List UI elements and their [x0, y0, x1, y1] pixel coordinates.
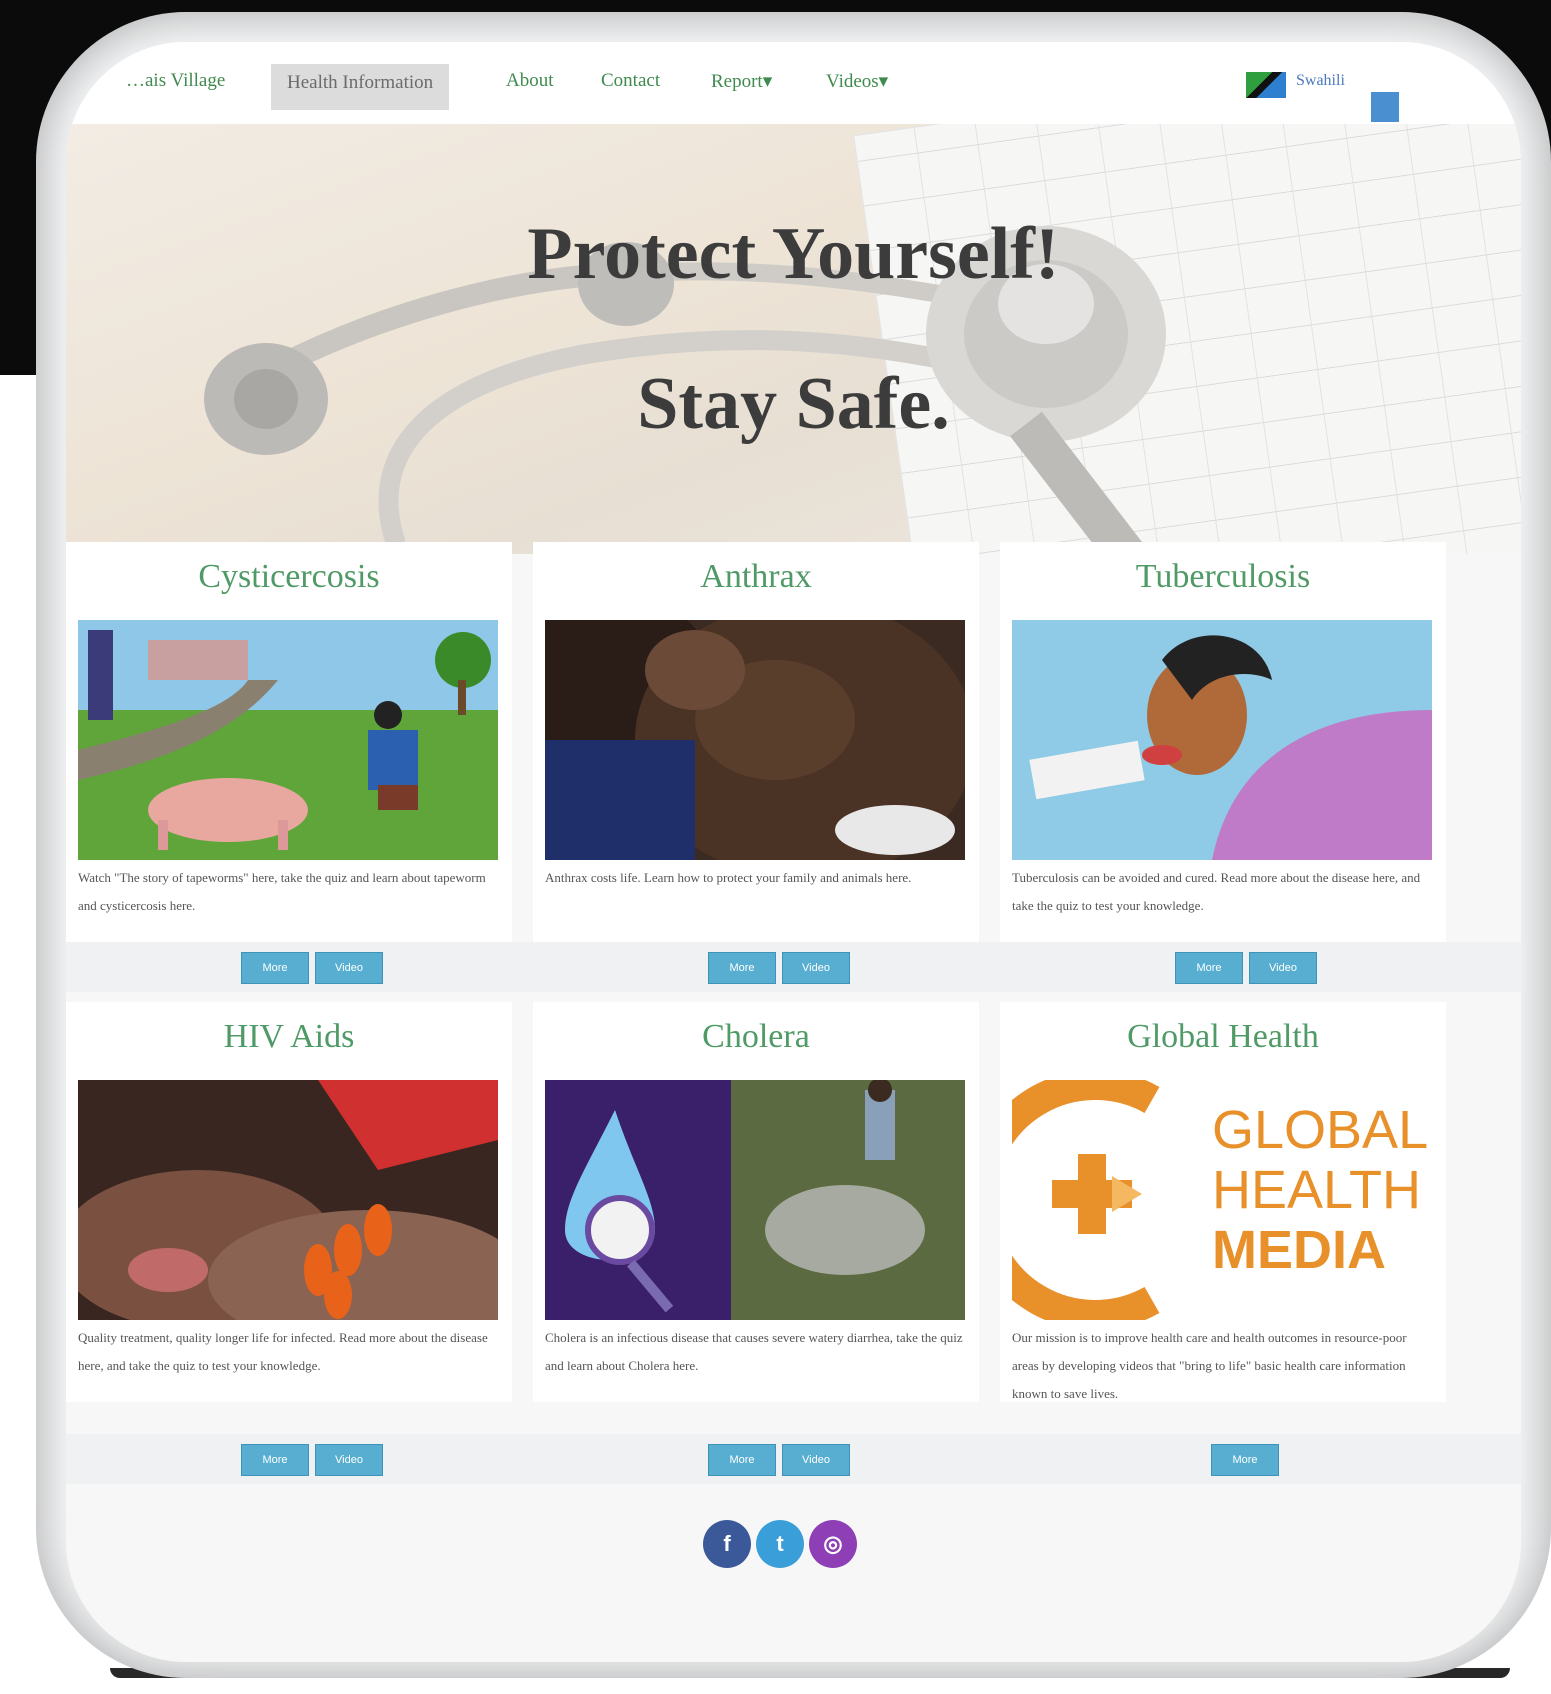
hero-heading: Protect Yourself! — [527, 213, 1060, 295]
card-tuberculosis: Tuberculosis Tuberculosis can be avoided… — [1000, 542, 1446, 942]
video-button[interactable]: Video — [315, 1444, 383, 1476]
language-flag-icon[interactable] — [1371, 92, 1399, 122]
logo-word-3: MEDIA — [1212, 1220, 1386, 1280]
tuberculosis-image[interactable] — [1012, 620, 1432, 860]
website-screen: …ais Village Health Information About Co… — [66, 42, 1521, 1662]
card-description: Watch "The story of tapeworms" here, tak… — [78, 870, 486, 913]
card-buttons-tuberculosis: More Video — [1175, 952, 1317, 988]
more-button[interactable]: More — [241, 1444, 309, 1476]
video-button[interactable]: Video — [782, 1444, 850, 1476]
card-description: Quality treatment, quality longer life f… — [78, 1330, 488, 1373]
stethoscope-graphic — [204, 226, 1166, 554]
card-buttons-anthrax: More Video — [708, 952, 850, 988]
card-hiv-aids: HIV Aids Quality treatment, quality long… — [66, 1002, 512, 1402]
card-title[interactable]: Tuberculosis — [1000, 558, 1446, 596]
card-title[interactable]: Global Health — [1000, 1018, 1446, 1056]
card-buttons-global-health: More — [1211, 1444, 1279, 1480]
device-frame: …ais Village Health Information About Co… — [36, 12, 1551, 1678]
logo-word-1: GLOBAL — [1212, 1100, 1429, 1160]
language-switch[interactable]: Swahili — [1296, 72, 1345, 90]
video-button[interactable]: Video — [782, 952, 850, 984]
cholera-image[interactable] — [545, 1080, 965, 1320]
hiv-aids-image[interactable] — [78, 1080, 498, 1320]
card-cholera: Cholera Cholera is an infectious disease… — [533, 1002, 979, 1402]
twitter-icon[interactable]: t — [756, 1520, 804, 1568]
nav-contact[interactable]: Contact — [601, 70, 660, 92]
card-cysticercosis: Cysticercosis Watch "The story of tapewo… — [66, 542, 512, 942]
hero-banner: Protect Yourself! Stay Safe. — [66, 124, 1521, 554]
card-anthrax: Anthrax Anthrax costs life. Learn how to… — [533, 542, 979, 942]
more-button[interactable]: More — [708, 952, 776, 984]
hero-subheading: Stay Safe. — [637, 363, 950, 445]
nav-about[interactable]: About — [506, 70, 554, 92]
video-button[interactable]: Video — [1249, 952, 1317, 984]
card-description: Tuberculosis can be avoided and cured. R… — [1012, 870, 1421, 913]
more-button[interactable]: More — [708, 1444, 776, 1476]
card-title[interactable]: HIV Aids — [66, 1018, 512, 1056]
cysticercosis-image[interactable] — [78, 620, 498, 860]
instagram-icon[interactable]: ◎ — [809, 1520, 857, 1568]
card-title[interactable]: Cholera — [533, 1018, 979, 1056]
more-button[interactable]: More — [1211, 1444, 1279, 1476]
tanzania-flag-icon[interactable] — [1246, 72, 1286, 98]
nav-videos-dropdown[interactable]: Videos▾ — [826, 70, 888, 93]
more-button[interactable]: More — [1175, 952, 1243, 984]
more-button[interactable]: More — [241, 952, 309, 984]
card-description: Cholera is an infectious disease that ca… — [545, 1330, 963, 1373]
card-title[interactable]: Anthrax — [533, 558, 979, 596]
global-health-media-logo[interactable]: GLOBAL HEALTH MEDIA — [1012, 1080, 1432, 1320]
card-buttons-hiv-aids: More Video — [241, 1444, 383, 1480]
nav-report-dropdown[interactable]: Report▾ — [711, 70, 772, 93]
card-buttons-cholera: More Video — [708, 1444, 850, 1480]
card-description: Anthrax costs life. Learn how to protect… — [545, 870, 912, 885]
card-global-health: Global Health GLOBAL HEALTH MEDIA Our mi… — [1000, 1002, 1446, 1402]
card-title[interactable]: Cysticercosis — [66, 558, 512, 596]
brand-link[interactable]: …ais Village — [126, 70, 225, 92]
top-navbar: …ais Village Health Information About Co… — [66, 42, 1521, 125]
facebook-icon[interactable]: f — [703, 1520, 751, 1568]
video-button[interactable]: Video — [315, 952, 383, 984]
anthrax-image[interactable] — [545, 620, 965, 860]
card-buttons-cysticercosis: More Video — [241, 952, 383, 988]
nav-health-information[interactable]: Health Information — [271, 64, 450, 110]
logo-word-2: HEALTH — [1212, 1160, 1422, 1220]
card-description: Our mission is to improve health care an… — [1012, 1330, 1407, 1401]
